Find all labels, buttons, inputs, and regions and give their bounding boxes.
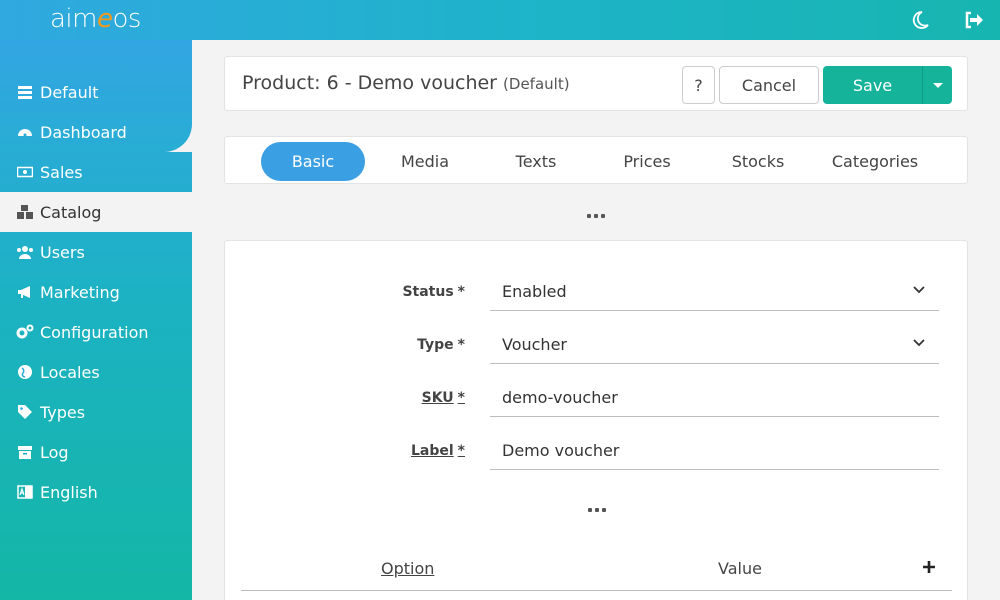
sidebar-item-label: English — [40, 482, 98, 502]
more-options-dots-icon[interactable] — [587, 214, 605, 220]
tab-prices[interactable]: Prices — [597, 142, 697, 181]
sidebar-item-catalog[interactable]: Catalog — [0, 192, 192, 232]
sidebar-item-label: Configuration — [40, 322, 149, 342]
top-bar: aimeos — [0, 0, 1000, 40]
tab-texts[interactable]: Texts — [486, 142, 586, 181]
page-title-text: Product: 6 - Demo voucher — [242, 72, 497, 94]
cubes-icon — [16, 203, 34, 221]
sku-label: SKU * — [421, 390, 465, 406]
item-header: Product: 6 - Demo voucher (Default) ? Ca… — [224, 56, 968, 111]
value-column-header: Value — [718, 559, 762, 578]
tab-categories[interactable]: Categories — [821, 142, 929, 181]
basic-form: Status * Enabled Type * Voucher SKU * demo-… — [224, 240, 968, 600]
sidebar-item-log[interactable]: Log — [0, 432, 192, 472]
sidebar-item-label: Locales — [40, 362, 100, 382]
sidebar-item-label: Dashboard — [40, 122, 127, 142]
tab-bar: Basic Media Texts Prices Stocks Categori… — [224, 136, 968, 184]
type-value: Voucher — [502, 335, 567, 354]
sidebar-item-label: Marketing — [40, 282, 120, 302]
sidebar-item-label: Catalog — [40, 202, 102, 222]
cogs-icon — [16, 323, 34, 341]
archive-icon — [16, 443, 34, 461]
aimeos-logo[interactable]: aimeos — [50, 4, 141, 34]
sidebar-item-english[interactable]: English — [0, 472, 192, 512]
sku-input[interactable]: demo-voucher — [490, 379, 939, 417]
tab-basic[interactable]: Basic — [261, 142, 365, 181]
caret-down-icon — [932, 82, 943, 88]
status-select[interactable]: Enabled — [490, 273, 939, 311]
sidebar-item-label: Types — [40, 402, 86, 422]
label-input[interactable]: Demo voucher — [490, 432, 939, 470]
sidebar-item-label: Users — [40, 242, 85, 262]
sidebar-item-dashboard[interactable]: Dashboard — [0, 112, 192, 152]
cancel-button[interactable]: Cancel — [719, 66, 819, 104]
save-options-dropdown-button[interactable] — [922, 66, 952, 104]
gauge-icon — [16, 123, 34, 141]
label-label: Label * — [410, 443, 465, 459]
tag-icon — [16, 403, 34, 421]
type-select[interactable]: Voucher — [490, 326, 939, 364]
chevron-down-icon — [913, 286, 925, 294]
dark-mode-moon-icon[interactable] — [908, 8, 932, 32]
chevron-down-icon — [913, 339, 925, 347]
site-label: (Default) — [503, 75, 570, 93]
add-option-plus-icon[interactable] — [921, 559, 937, 575]
sidebar-item-types[interactable]: Types — [0, 392, 192, 432]
users-icon — [16, 243, 34, 261]
tab-stocks[interactable]: Stocks — [708, 142, 808, 181]
sidebar-item-default[interactable]: Default — [0, 72, 192, 112]
help-button[interactable]: ? — [682, 66, 715, 104]
sidebar-item-users[interactable]: Users — [0, 232, 192, 272]
status-label: Status * — [402, 284, 465, 300]
more-fields-dots-icon[interactable] — [588, 508, 606, 514]
option-column-header[interactable]: Option — [381, 559, 434, 578]
tab-media[interactable]: Media — [375, 142, 475, 181]
sidebar-item-label: Sales — [40, 162, 83, 182]
page-title: Product: 6 - Demo voucher (Default) — [242, 72, 570, 94]
logout-icon[interactable] — [962, 8, 986, 32]
label-value: Demo voucher — [502, 441, 620, 460]
sidebar-item-configuration[interactable]: Configuration — [0, 312, 192, 352]
sidebar-item-label: Log — [40, 442, 69, 462]
bullhorn-icon — [16, 283, 34, 301]
save-button[interactable]: Save — [823, 66, 922, 104]
status-value: Enabled — [502, 282, 567, 301]
sidebar-item-sales[interactable]: Sales — [0, 152, 192, 192]
sidebar-item-label: Default — [40, 82, 99, 102]
sidebar-item-locales[interactable]: Locales — [0, 352, 192, 392]
options-header-divider — [241, 590, 952, 591]
server-icon — [16, 83, 34, 101]
language-icon — [16, 483, 34, 501]
money-bill-icon — [16, 163, 34, 181]
type-label: Type * — [417, 337, 465, 353]
globe-icon — [16, 363, 34, 381]
sidebar-item-marketing[interactable]: Marketing — [0, 272, 192, 312]
sku-value: demo-voucher — [502, 388, 618, 407]
